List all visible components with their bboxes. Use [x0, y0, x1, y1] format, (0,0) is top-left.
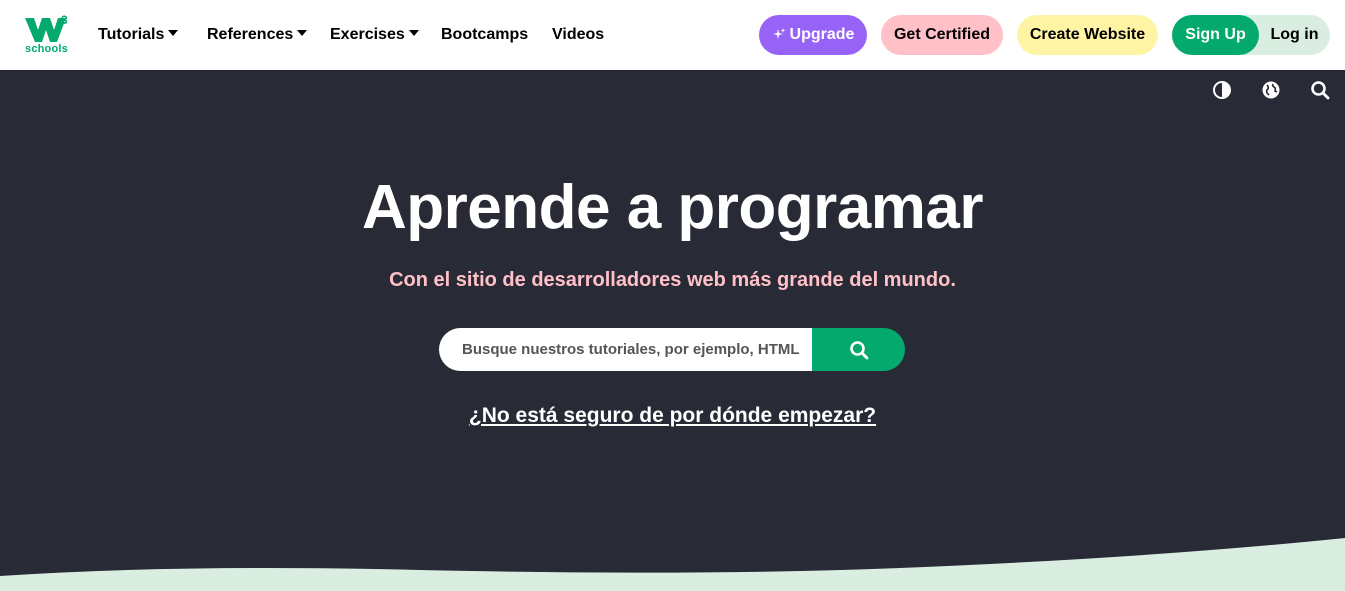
where-to-start-link[interactable]: ¿No está seguro de por dónde empezar? — [469, 404, 876, 427]
contrast-icon[interactable] — [1212, 80, 1232, 100]
tutorial-search-input[interactable] — [439, 328, 812, 371]
log-in-button[interactable]: Log in — [1259, 15, 1330, 55]
tutorial-search-button[interactable] — [812, 328, 905, 371]
upgrade-button[interactable]: Upgrade — [759, 15, 867, 55]
nav-references-label: References — [207, 26, 294, 43]
caret-down-icon — [297, 30, 308, 36]
get-certified-button[interactable]: Get Certified — [881, 15, 1003, 55]
decorative-wave — [0, 538, 1345, 591]
globe-icon[interactable] — [1261, 80, 1281, 100]
top-navigation-bar: 3 schools Tutorials References Exercises… — [0, 0, 1345, 70]
nav-tutorials[interactable]: Tutorials — [98, 25, 179, 45]
search-icon[interactable] — [1310, 80, 1330, 100]
nav-tutorials-label: Tutorials — [98, 26, 165, 43]
nav-exercises[interactable]: Exercises — [330, 25, 419, 45]
create-website-button[interactable]: Create Website — [1017, 15, 1158, 55]
upgrade-label: Upgrade — [789, 26, 855, 43]
caret-down-icon — [408, 30, 419, 36]
nav-references[interactable]: References — [207, 25, 308, 45]
hero-title: Aprende a programar — [361, 173, 984, 242]
where-to-start-link-row: ¿No está seguro de por dónde empezar? — [0, 403, 1345, 429]
sparkle-icon — [772, 28, 786, 39]
nav-videos[interactable]: Videos — [552, 25, 604, 45]
nav-bootcamps[interactable]: Bootcamps — [441, 25, 528, 45]
caret-down-icon — [168, 30, 179, 36]
auth-button-group: Sign Up Log in — [1172, 15, 1330, 55]
sign-up-button[interactable]: Sign Up — [1172, 15, 1259, 55]
tutorial-search — [439, 328, 905, 371]
search-icon — [849, 340, 868, 359]
nav-exercises-label: Exercises — [330, 26, 405, 43]
hero-subtitle: Con el sitio de desarrolladores web más … — [389, 269, 956, 291]
svg-text:3: 3 — [61, 14, 68, 27]
logo-text: schools — [25, 43, 68, 55]
